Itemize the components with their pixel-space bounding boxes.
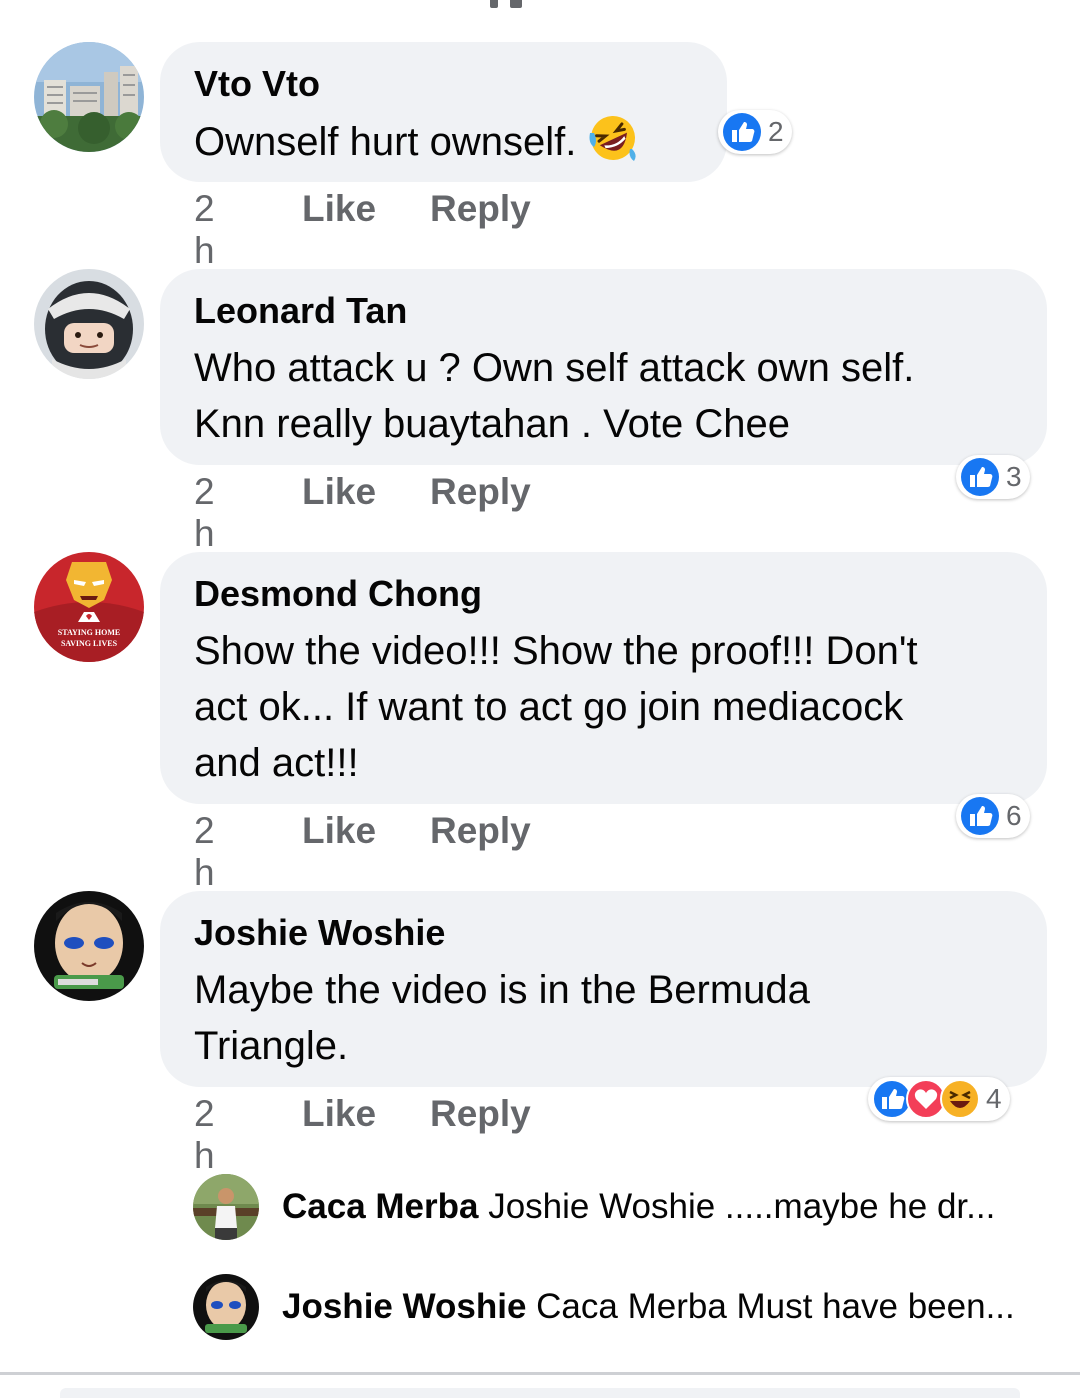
reaction-count: 2	[768, 116, 784, 147]
reply-text: Joshie Woshie .....maybe he dr...	[488, 1187, 996, 1226]
previous-reply-link-fragment	[0, 0, 1080, 10]
avatar[interactable]	[193, 1174, 259, 1240]
comment-text-line: Maybe the video is in the Bermuda	[194, 968, 810, 1012]
reaction-count: 4	[986, 1083, 1002, 1114]
avatar-image-ironman-staying-home: STAYING HOME SAVING LIVES	[34, 552, 144, 662]
comment-timestamp[interactable]: 2 h	[194, 1093, 215, 1177]
comment-text-line: Triangle.	[194, 1024, 349, 1068]
avatar-caption-line: SAVING LIVES	[61, 639, 118, 648]
comment-text-line: Who attack u ? Own self attack own self.	[194, 346, 915, 390]
avatar-image-helmet	[34, 269, 144, 379]
reply-text: Caca Merba Must have been...	[536, 1287, 1015, 1326]
comment-timestamp[interactable]: 2 h	[194, 471, 215, 555]
rolling-on-floor-laughing-emoji-icon	[589, 116, 636, 161]
haha-reaction-icon	[940, 1079, 980, 1119]
like-reaction-icon	[961, 458, 999, 496]
avatar[interactable]	[34, 891, 144, 1001]
reply-button[interactable]: Reply	[430, 471, 531, 513]
like-reaction-icon	[723, 113, 761, 151]
comment-bubble[interactable]: Leonard Tan Who attack u ? Own self atta…	[160, 269, 1047, 465]
comment-text-line: Knn really buaytahan . Vote Chee	[194, 402, 790, 446]
comment-bubble[interactable]: Joshie Woshie Maybe the video is in the …	[160, 891, 1047, 1087]
like-reaction-icon	[961, 797, 999, 835]
like-button[interactable]: Like	[302, 471, 376, 513]
reply-preview[interactable]: Caca Merba Joshie Woshie .....maybe he d…	[282, 1185, 995, 1229]
reply-button[interactable]: Reply	[430, 810, 531, 852]
avatar[interactable]	[34, 42, 144, 152]
avatar-caption-line: STAYING HOME	[58, 628, 120, 637]
comment-text-line: act ok... If want to act go join mediaco…	[194, 685, 904, 729]
comment-author[interactable]: Leonard Tan	[194, 289, 1013, 333]
comment-text-line: Show the video!!! Show the proof!!! Don'…	[194, 629, 918, 673]
comment-text-line: and act!!!	[194, 741, 359, 785]
next-card-edge	[60, 1388, 1020, 1398]
reply-button[interactable]: Reply	[430, 188, 531, 230]
comment-author[interactable]: Desmond Chong	[194, 572, 1013, 616]
avatar[interactable]	[34, 269, 144, 379]
reaction-count: 6	[1006, 800, 1022, 831]
comment-bubble[interactable]: Desmond Chong Show the video!!! Show the…	[160, 552, 1047, 804]
avatar-image-person-outdoor	[193, 1174, 259, 1240]
reply-author[interactable]: Caca Merba	[282, 1187, 478, 1226]
reply-preview[interactable]: Joshie Woshie Caca Merba Must have been.…	[282, 1285, 1015, 1329]
comment-timestamp[interactable]: 2 h	[194, 188, 215, 272]
avatar-image-face-paint	[193, 1274, 259, 1340]
reaction-summary[interactable]: 6	[956, 794, 1030, 838]
reaction-summary[interactable]: 3	[956, 455, 1030, 499]
like-button[interactable]: Like	[302, 188, 376, 230]
reaction-summary[interactable]: 4	[868, 1077, 1010, 1121]
like-button[interactable]: Like	[302, 1093, 376, 1135]
comment-author[interactable]: Vto Vto	[194, 62, 693, 106]
comment-author[interactable]: Joshie Woshie	[194, 911, 1013, 955]
avatar-image-face-paint	[34, 891, 144, 1001]
section-divider	[0, 1372, 1080, 1375]
avatar-image-cityscape	[34, 42, 144, 152]
comment-text: Ownself hurt ownself.	[194, 113, 693, 170]
comment-bubble[interactable]: Vto Vto Ownself hurt ownself.	[160, 42, 727, 182]
reply-button[interactable]: Reply	[430, 1093, 531, 1135]
reaction-count: 3	[1006, 461, 1022, 492]
reply-author[interactable]: Joshie Woshie	[282, 1287, 526, 1326]
avatar[interactable]	[193, 1274, 259, 1340]
reaction-summary[interactable]: 2	[718, 110, 792, 154]
comment-timestamp[interactable]: 2 h	[194, 810, 215, 894]
avatar[interactable]: STAYING HOME SAVING LIVES	[34, 552, 144, 662]
like-button[interactable]: Like	[302, 810, 376, 852]
